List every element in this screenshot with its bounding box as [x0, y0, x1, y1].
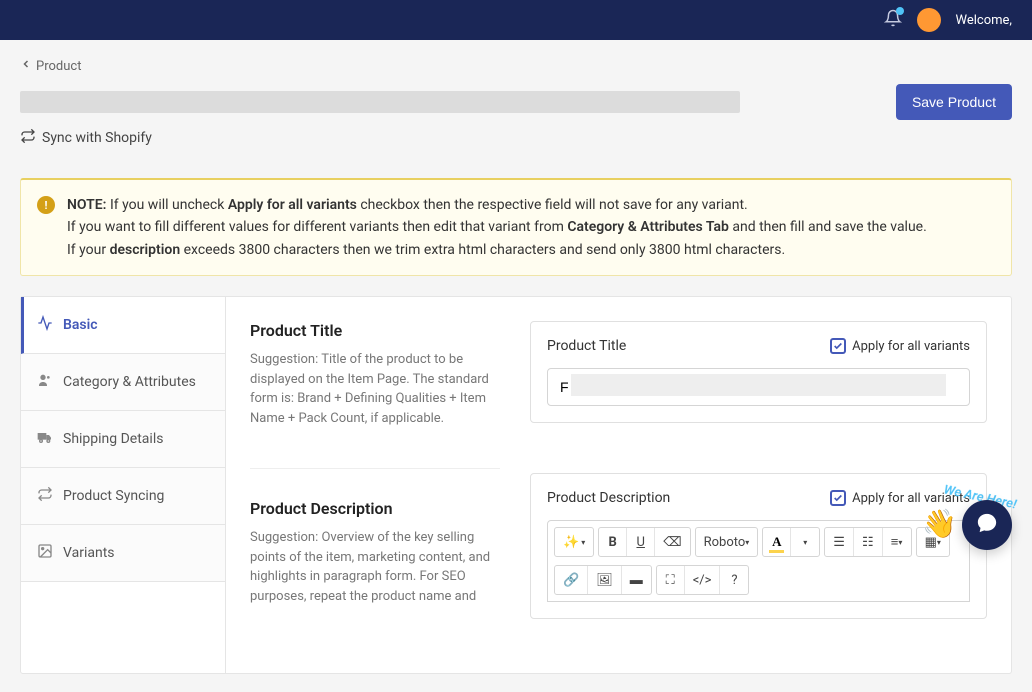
- sync-label: Sync with Shopify: [42, 130, 152, 146]
- field-label-product-title: Product Title: [547, 338, 626, 354]
- tab-label: Basic: [63, 317, 98, 333]
- link-icon: 🔗: [563, 573, 579, 588]
- ol-icon: ☷: [862, 535, 874, 550]
- page-title: [20, 91, 740, 113]
- bold-icon: B: [609, 535, 617, 550]
- sync-icon: [20, 128, 36, 148]
- code-icon: </>: [693, 573, 712, 588]
- underline-button[interactable]: U: [627, 528, 655, 556]
- save-product-button[interactable]: Save Product: [896, 84, 1012, 120]
- caret-icon: ▾: [803, 538, 807, 547]
- image-icon: [37, 543, 53, 563]
- section-desc-product-description: Suggestion: Overview of the key selling …: [250, 528, 500, 606]
- chat-button[interactable]: [962, 500, 1012, 550]
- tab-shipping-details[interactable]: Shipping Details: [21, 411, 225, 468]
- tab-label: Product Syncing: [63, 488, 164, 504]
- fullscreen-icon: ⛶: [666, 573, 675, 588]
- align-button[interactable]: ≡▾: [883, 528, 911, 556]
- underline-icon: U: [636, 535, 644, 550]
- warning-icon: !: [37, 196, 55, 214]
- caret-icon: ▾: [898, 538, 902, 547]
- caret-icon: ▾: [745, 538, 749, 547]
- sync-shopify-button[interactable]: Sync with Shopify: [20, 128, 1012, 148]
- code-view-button[interactable]: </>: [685, 566, 721, 594]
- chat-icon: [976, 512, 998, 538]
- image-button[interactable]: 🖼: [588, 566, 622, 594]
- breadcrumb-label: Product: [36, 59, 81, 74]
- editor-toolbar: ✨▾ B U ⌫ Roboto ▾ A ▾: [547, 520, 970, 602]
- tab-variants[interactable]: Variants: [21, 525, 225, 582]
- align-icon: ≡: [891, 534, 899, 550]
- tab-basic[interactable]: Basic: [21, 297, 225, 354]
- breadcrumb-back[interactable]: Product: [20, 58, 1012, 74]
- notifications-button[interactable]: [884, 9, 902, 31]
- help-icon: ?: [731, 573, 737, 588]
- video-icon: ▬: [630, 572, 643, 588]
- person-icon: [37, 372, 53, 392]
- magic-wand-button[interactable]: ✨▾: [555, 528, 593, 556]
- redacted-value: [571, 374, 946, 396]
- field-label-product-description: Product Description: [547, 490, 670, 506]
- apply-all-variants-checkbox-title[interactable]: [830, 338, 846, 354]
- ordered-list-button[interactable]: ☷: [854, 528, 883, 556]
- link-button[interactable]: 🔗: [555, 566, 588, 594]
- apply-all-variants-checkbox-description[interactable]: [830, 490, 846, 506]
- apply-label: Apply for all variants: [852, 339, 970, 354]
- welcome-text: Welcome,: [956, 13, 1012, 28]
- chevron-left-icon: [20, 58, 32, 74]
- note-banner: ! NOTE: If you will uncheck Apply for al…: [20, 178, 1012, 276]
- tab-label: Variants: [63, 545, 115, 561]
- truck-icon: [37, 429, 53, 449]
- tab-product-syncing[interactable]: Product Syncing: [21, 468, 225, 525]
- wave-icon: 👋: [922, 507, 957, 540]
- fullscreen-button[interactable]: ⛶: [657, 566, 685, 594]
- section-desc-product-title: Suggestion: Title of the product to be d…: [250, 350, 500, 428]
- tab-label: Category & Attributes: [63, 374, 196, 390]
- section-title-product-description: Product Description: [250, 499, 500, 518]
- divider: [250, 468, 500, 469]
- tab-label: Shipping Details: [63, 431, 163, 447]
- bold-button[interactable]: B: [599, 528, 627, 556]
- text-color-dropdown[interactable]: ▾: [791, 528, 819, 556]
- wand-icon: ✨: [563, 535, 579, 550]
- tab-category-attributes[interactable]: Category & Attributes: [21, 354, 225, 411]
- image-icon: 🖼: [596, 573, 613, 588]
- section-title-product-title: Product Title: [250, 321, 500, 340]
- erase-button[interactable]: ⌫: [655, 528, 689, 556]
- note-text: NOTE: If you will uncheck Apply for all …: [67, 194, 927, 261]
- help-button[interactable]: ?: [720, 566, 748, 594]
- sync-icon: [37, 486, 53, 506]
- notification-dot: [896, 7, 904, 15]
- caret-icon: ▾: [581, 538, 585, 547]
- text-color-button[interactable]: A: [763, 528, 791, 556]
- pulse-icon: [37, 315, 53, 335]
- font-select[interactable]: Roboto ▾: [696, 528, 758, 556]
- ul-icon: ☰: [833, 535, 845, 550]
- avatar[interactable]: [917, 8, 941, 32]
- unordered-list-button[interactable]: ☰: [825, 528, 854, 556]
- video-button[interactable]: ▬: [622, 566, 651, 594]
- eraser-icon: ⌫: [663, 535, 681, 550]
- bell-icon: [884, 15, 902, 31]
